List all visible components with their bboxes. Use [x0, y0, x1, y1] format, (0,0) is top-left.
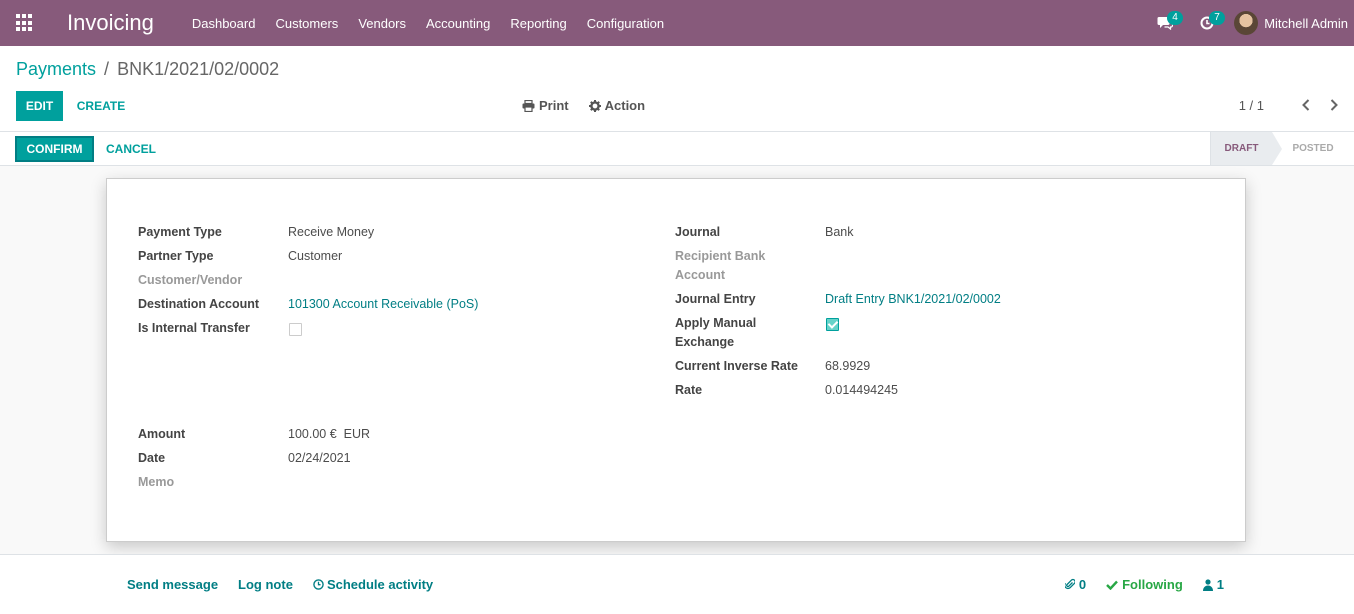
journal-label: Journal	[675, 225, 721, 239]
inverse-rate-value: 68.9929	[825, 359, 871, 373]
pager-value[interactable]: 1 / 1	[1239, 98, 1264, 113]
followers-count: 1	[1216, 577, 1224, 592]
messages-count-badge: 4	[1167, 11, 1183, 25]
stage-posted: POSTED	[1292, 143, 1334, 154]
journal-entry-label: Journal Entry	[675, 292, 756, 306]
cancel-button[interactable]: CANCEL	[100, 136, 162, 162]
confirm-button[interactable]: CONFIRM	[15, 136, 94, 162]
chatter: Send message Log note Schedule activity …	[0, 554, 1354, 614]
breadcrumb-current: BNK1/2021/02/0002	[117, 59, 280, 79]
destination-account-link[interactable]: 101300 Account Receivable (PoS)	[288, 295, 478, 314]
internal-transfer-checkbox[interactable]	[289, 323, 302, 336]
rate-label: Rate	[675, 383, 703, 397]
attachments-count: 0	[1078, 577, 1087, 592]
print-label: Print	[539, 98, 569, 113]
payment-type-value: Receive Money	[288, 225, 375, 239]
send-message-button[interactable]: Send message	[127, 577, 218, 592]
menu-accounting[interactable]: Accounting	[426, 16, 490, 31]
breadcrumb-separator: /	[104, 59, 110, 79]
pager-previous-button[interactable]	[1298, 96, 1314, 114]
log-note-button[interactable]: Log note	[238, 577, 293, 592]
user-avatar[interactable]	[1234, 11, 1259, 35]
form-statusbar: CONFIRM CANCEL DRAFT POSTED	[0, 132, 1354, 166]
manual-exchange-label-line1: Apply Manual	[675, 316, 757, 330]
paperclip-icon	[1064, 578, 1075, 590]
clock-icon	[313, 579, 324, 590]
print-icon	[522, 99, 535, 112]
partner-type-label: Partner Type	[138, 249, 214, 263]
inverse-rate-label: Current Inverse Rate	[675, 359, 798, 373]
user-icon	[1202, 578, 1213, 591]
pager-next-button[interactable]	[1326, 96, 1342, 114]
form-sheet: Payment Type Receive Money Partner Type …	[106, 178, 1246, 542]
stage-draft: DRAFT	[1210, 132, 1282, 165]
messages-button[interactable]: 4	[1150, 0, 1183, 46]
check-icon	[1106, 580, 1118, 590]
pager: 1 / 1	[1239, 96, 1342, 114]
rate-value: 0.014494245	[825, 383, 898, 397]
user-menu[interactable]: Mitchell Admin	[1264, 16, 1348, 31]
sidebar-actions: Print Action	[522, 98, 665, 113]
activities-count-badge: 7	[1209, 11, 1225, 25]
action-label: Action	[604, 98, 646, 113]
schedule-activity-button[interactable]: Schedule activity	[313, 577, 433, 592]
amount-label: Amount	[138, 427, 186, 441]
following-label: Following	[1122, 577, 1183, 592]
journal-value: Bank	[825, 225, 854, 239]
chatter-followers: 0 Following 1	[1045, 577, 1224, 592]
chatter-topbar: Send message Log note Schedule activity	[127, 577, 453, 592]
activities-button[interactable]: 7	[1192, 0, 1225, 46]
manual-exchange-checkbox[interactable]	[826, 318, 839, 331]
menu-customers[interactable]: Customers	[275, 16, 338, 31]
chevron-right-icon	[1330, 99, 1338, 111]
menu-configuration[interactable]: Configuration	[587, 16, 664, 31]
status-stages: DRAFT POSTED	[1210, 132, 1346, 166]
recipient-bank-label-line1: Recipient Bank	[675, 249, 766, 263]
amount-value: 100.00 € EUR	[288, 427, 370, 441]
attachments-button[interactable]: 0	[1064, 577, 1087, 592]
main-navbar: Invoicing Dashboard Customers Vendors Ac…	[0, 0, 1354, 46]
breadcrumb: Payments / BNK1/2021/02/0002	[16, 59, 279, 80]
memo-label: Memo	[138, 475, 175, 489]
schedule-activity-label: Schedule activity	[326, 577, 434, 592]
action-dropdown[interactable]: Action	[588, 98, 646, 113]
followers-button[interactable]: 1	[1202, 577, 1224, 592]
create-button[interactable]: CREATE	[68, 91, 134, 121]
destination-account-label: Destination Account	[138, 297, 260, 311]
customer-vendor-label: Customer/Vendor	[138, 273, 243, 287]
edit-button[interactable]: EDIT	[16, 91, 63, 121]
journal-entry-link[interactable]: Draft Entry BNK1/2021/02/0002	[825, 290, 1001, 309]
app-name[interactable]: Invoicing	[67, 10, 154, 36]
control-panel: Payments / BNK1/2021/02/0002 EDIT CREATE…	[0, 46, 1354, 132]
menu-vendors[interactable]: Vendors	[358, 16, 406, 31]
internal-transfer-label: Is Internal Transfer	[138, 321, 250, 335]
apps-menu-icon[interactable]	[16, 14, 34, 32]
manual-exchange-label-line2: Exchange	[675, 335, 735, 349]
breadcrumb-payments[interactable]: Payments	[16, 59, 96, 80]
systray: 4 7 Mitchell Admin	[1150, 0, 1354, 46]
following-button[interactable]: Following	[1106, 577, 1183, 592]
gear-icon	[588, 99, 601, 112]
payment-type-label: Payment Type	[138, 225, 222, 239]
top-menu: Dashboard Customers Vendors Accounting R…	[192, 16, 684, 31]
print-dropdown[interactable]: Print	[522, 98, 569, 113]
date-value: 02/24/2021	[288, 451, 351, 465]
date-label: Date	[138, 451, 166, 465]
chevron-left-icon	[1302, 99, 1310, 111]
partner-type-value: Customer	[288, 249, 343, 263]
menu-reporting[interactable]: Reporting	[510, 16, 566, 31]
menu-dashboard[interactable]: Dashboard	[192, 16, 256, 31]
recipient-bank-label-line2: Account	[675, 268, 725, 282]
